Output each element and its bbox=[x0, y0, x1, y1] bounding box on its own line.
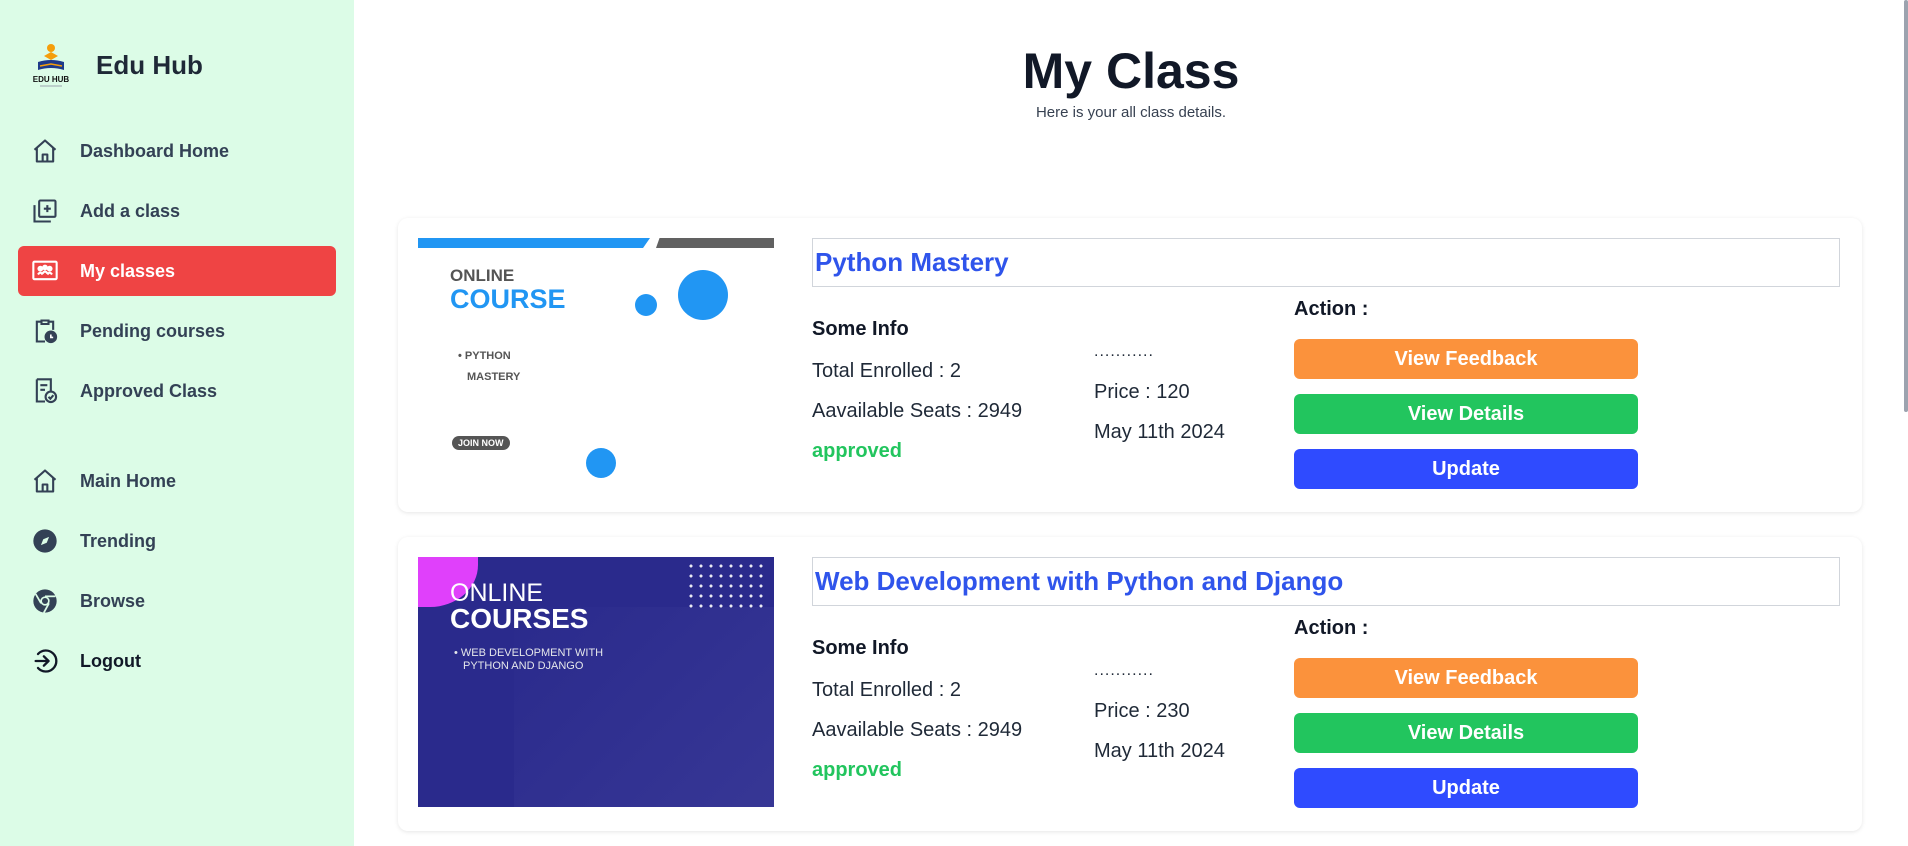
info-heading: Some Info bbox=[812, 637, 909, 659]
action-heading: Action : bbox=[1294, 617, 1369, 639]
class-title: Web Development with Python and Django bbox=[815, 566, 1344, 596]
class-thumbnail: ONLINE COURSE • PYTHON MASTERY JOIN NOW bbox=[418, 238, 774, 488]
thumbnail-dot-grid bbox=[686, 561, 766, 613]
compass-icon bbox=[30, 526, 60, 556]
logout-icon bbox=[30, 646, 60, 676]
thumbnail-circle bbox=[635, 294, 657, 316]
thumbnail-shade bbox=[514, 607, 774, 807]
main-content: My Class Here is your all class details.… bbox=[354, 0, 1908, 846]
available-seats: Aavailable Seats : 2949 bbox=[812, 400, 1023, 422]
page-title: My Class bbox=[1022, 43, 1240, 99]
date: May 11th 2024 bbox=[1094, 421, 1225, 443]
thumbnail-bullet: • PYTHON bbox=[458, 350, 511, 362]
thumbnail-bullet: MASTERY bbox=[467, 371, 521, 383]
price: Price : 230 bbox=[1094, 700, 1190, 722]
view-details-button[interactable]: View Details bbox=[1294, 713, 1638, 753]
brand[interactable]: EDU HUB Edu Hub bbox=[18, 40, 336, 90]
available-seats: Aavailable Seats : 2949 bbox=[812, 719, 1023, 741]
dots-separator: ........... bbox=[1094, 662, 1154, 679]
class-actions: Action : View Feedback View Details Upda… bbox=[1294, 298, 1638, 489]
sidebar: EDU HUB Edu Hub Dashboard Home Add a cla… bbox=[0, 0, 354, 846]
action-heading: Action : bbox=[1294, 298, 1369, 320]
sidebar-item-label: Trending bbox=[80, 530, 156, 551]
classroom-icon bbox=[30, 256, 60, 286]
sidebar-item-label: Approved Class bbox=[80, 380, 218, 401]
thumbnail-bullets: • WEB DEVELOPMENT WITH PYTHON AND DJANGO bbox=[454, 647, 603, 673]
sidebar-item-label: My classes bbox=[80, 260, 176, 281]
sidebar-item-label: Add a class bbox=[80, 200, 181, 221]
class-price-info: ........... Price : 120 May 11th 2024 bbox=[1094, 343, 1254, 445]
sidebar-item-label: Browse bbox=[80, 590, 146, 611]
sidebar-item-approved-class[interactable]: Approved Class bbox=[18, 366, 336, 416]
home-icon bbox=[30, 466, 60, 496]
page-header: My Class Here is your all class details. bbox=[354, 0, 1908, 121]
total-enrolled: Total Enrolled : 2 bbox=[812, 679, 961, 701]
home-icon bbox=[30, 136, 60, 166]
sidebar-item-label: Main Home bbox=[80, 470, 177, 491]
document-check-icon bbox=[30, 376, 60, 406]
sidebar-item-label: Pending courses bbox=[80, 320, 226, 341]
view-feedback-button[interactable]: View Feedback bbox=[1294, 658, 1638, 698]
clipboard-clock-icon bbox=[30, 316, 60, 346]
svg-text:EDU HUB: EDU HUB bbox=[33, 75, 70, 84]
thumbnail-line2: COURSES bbox=[450, 603, 589, 634]
add-box-icon bbox=[30, 196, 60, 226]
scrollbar[interactable] bbox=[1902, 0, 1908, 846]
class-title: Python Mastery bbox=[815, 247, 1009, 277]
thumbnail-accent-bar bbox=[418, 238, 650, 248]
sidebar-item-main-home[interactable]: Main Home bbox=[18, 456, 336, 506]
thumbnail-circle bbox=[586, 448, 616, 478]
app-root: EDU HUB Edu Hub Dashboard Home Add a cla… bbox=[0, 0, 1908, 846]
dots-separator: ........... bbox=[1094, 343, 1154, 360]
sidebar-item-label: Dashboard Home bbox=[80, 140, 230, 161]
class-actions: Action : View Feedback View Details Upda… bbox=[1294, 617, 1638, 808]
view-feedback-button[interactable]: View Feedback bbox=[1294, 339, 1638, 379]
class-card: ONLINE COURSE • PYTHON MASTERY JOIN NOW … bbox=[398, 218, 1862, 512]
info-heading: Some Info bbox=[812, 318, 909, 340]
class-card: ONLINE COURSES • WEB DEVELOPMENT WITH PY… bbox=[398, 537, 1862, 831]
class-title-box: Python Mastery bbox=[812, 238, 1840, 287]
class-price-info: ........... Price : 230 May 11th 2024 bbox=[1094, 662, 1254, 764]
brand-logo: EDU HUB bbox=[26, 40, 76, 90]
date: May 11th 2024 bbox=[1094, 740, 1225, 762]
scrollbar-thumb[interactable] bbox=[1904, 0, 1908, 412]
thumbnail-bullets: • PYTHON MASTERY bbox=[458, 346, 520, 388]
page-subtitle: Here is your all class details. bbox=[1035, 104, 1227, 121]
class-title-box: Web Development with Python and Django bbox=[812, 557, 1840, 606]
thumbnail-line1: ONLINE bbox=[450, 266, 515, 285]
thumbnail-badge: JOIN NOW bbox=[452, 436, 510, 450]
sidebar-item-dashboard-home[interactable]: Dashboard Home bbox=[18, 126, 336, 176]
thumbnail-accent-bar bbox=[656, 238, 774, 248]
brand-title: Edu Hub bbox=[96, 49, 203, 80]
update-button[interactable]: Update bbox=[1294, 768, 1638, 808]
sidebar-item-pending-courses[interactable]: Pending courses bbox=[18, 306, 336, 356]
thumbnail-bullet: PYTHON AND DJANGO bbox=[463, 660, 584, 672]
class-info: Some Info Total Enrolled : 2 Aavailable … bbox=[812, 318, 1092, 464]
view-details-button[interactable]: View Details bbox=[1294, 394, 1638, 434]
sidebar-item-add-class[interactable]: Add a class bbox=[18, 186, 336, 236]
sidebar-item-logout[interactable]: Logout bbox=[18, 636, 336, 686]
class-thumbnail: ONLINE COURSES • WEB DEVELOPMENT WITH PY… bbox=[418, 557, 774, 807]
status-badge: approved bbox=[812, 440, 903, 462]
chrome-icon bbox=[30, 586, 60, 616]
sidebar-divider bbox=[18, 426, 336, 456]
sidebar-item-my-classes[interactable]: My classes bbox=[18, 246, 336, 296]
sidebar-item-trending[interactable]: Trending bbox=[18, 516, 336, 566]
price: Price : 120 bbox=[1094, 381, 1190, 403]
class-info: Some Info Total Enrolled : 2 Aavailable … bbox=[812, 637, 1092, 783]
sidebar-item-label: Logout bbox=[80, 650, 141, 671]
status-badge: approved bbox=[812, 759, 903, 781]
sidebar-item-browse[interactable]: Browse bbox=[18, 576, 336, 626]
thumbnail-circle bbox=[678, 270, 728, 320]
total-enrolled: Total Enrolled : 2 bbox=[812, 360, 961, 382]
update-button[interactable]: Update bbox=[1294, 449, 1638, 489]
thumbnail-line2: COURSE bbox=[450, 284, 566, 314]
thumbnail-bullet: • WEB DEVELOPMENT WITH bbox=[454, 647, 604, 659]
